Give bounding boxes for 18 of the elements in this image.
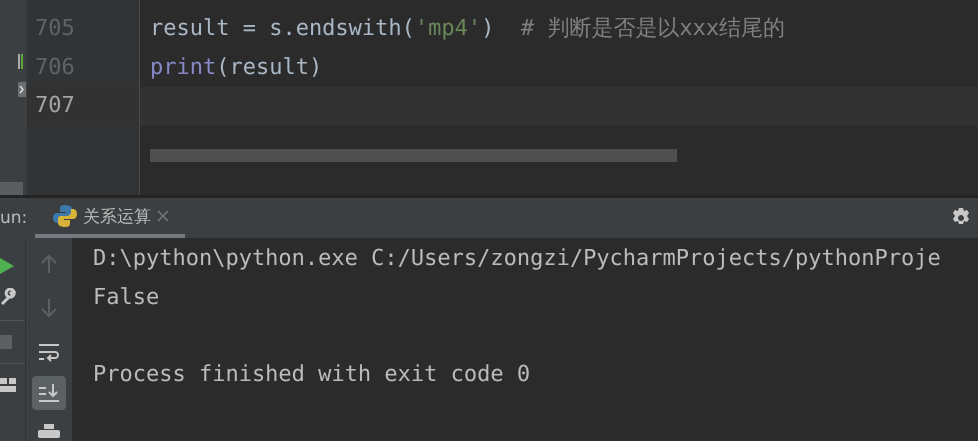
line-number: 707 <box>35 93 75 118</box>
close-icon[interactable] <box>157 210 169 222</box>
python-icon <box>53 204 77 228</box>
scroll-to-end-icon <box>38 383 60 403</box>
scroll-to-end-button[interactable] <box>32 376 66 410</box>
run-icon[interactable] <box>0 258 14 274</box>
code-line: print(result) <box>150 54 322 80</box>
console-output-line: False <box>93 284 160 310</box>
wrench-icon[interactable] <box>0 288 16 306</box>
layout-icon[interactable] <box>0 378 16 392</box>
chevron-icon[interactable] <box>18 82 26 97</box>
code-line: result = s.endswith('mp4') # 判断是否是以xxx结尾的 <box>150 16 786 41</box>
change-marker-icon <box>18 54 23 69</box>
printer-icon[interactable] <box>38 424 60 438</box>
console-output-line: Process finished with exit code 0 <box>93 362 530 387</box>
soft-wrap-icon[interactable] <box>38 342 60 362</box>
console-output-line: D:\python\python.exe C:/Users/zongzi/PycharmProjects/pythonProje <box>93 246 941 271</box>
panel-label: un: <box>0 208 28 228</box>
